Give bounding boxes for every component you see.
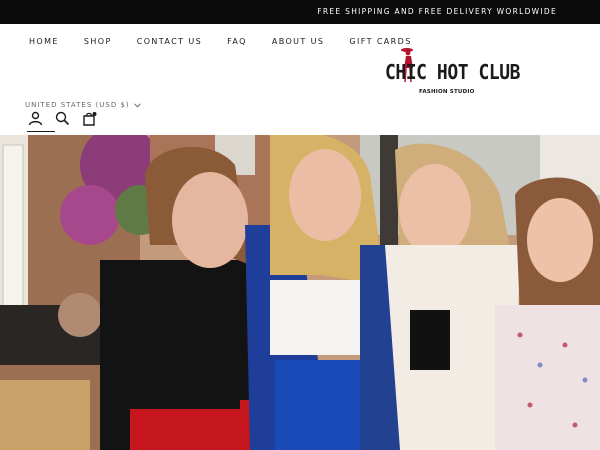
hero-image [0,135,600,450]
search-icon[interactable] [55,111,70,126]
currency-label: UNITED STATES (USD $) [25,101,130,109]
nav-gift-cards[interactable]: GIFT CARDS [349,37,411,46]
currency-selector[interactable]: UNITED STATES (USD $) [25,101,141,109]
logo-brand: CHIC HOT CLUB [385,60,521,84]
cart-icon[interactable] [82,111,97,126]
nav-shop[interactable]: SHOP [84,37,112,46]
announcement-text: FREE SHIPPING AND FREE DELIVERY WORLDWID… [317,7,557,16]
nav-contact-us[interactable]: CONTACT US [137,37,202,46]
hero-photo-illustration [0,135,600,450]
header-icons [27,111,97,132]
announcement-bar: FREE SHIPPING AND FREE DELIVERY WORLDWID… [0,0,600,24]
account-icon[interactable] [28,111,43,126]
account-underline [27,131,55,132]
nav-about-us[interactable]: ABOUT US [272,37,325,46]
main-nav: HOME SHOP CONTACT US FAQ ABOUT US GIFT C… [29,37,437,46]
nav-home[interactable]: HOME [29,37,59,46]
site-logo[interactable]: CHIC HOT CLUB FASHION STUDIO [385,46,520,98]
chevron-down-icon [133,102,141,108]
logo-tagline: FASHION STUDIO [419,89,475,95]
nav-faq[interactable]: FAQ [227,37,247,46]
